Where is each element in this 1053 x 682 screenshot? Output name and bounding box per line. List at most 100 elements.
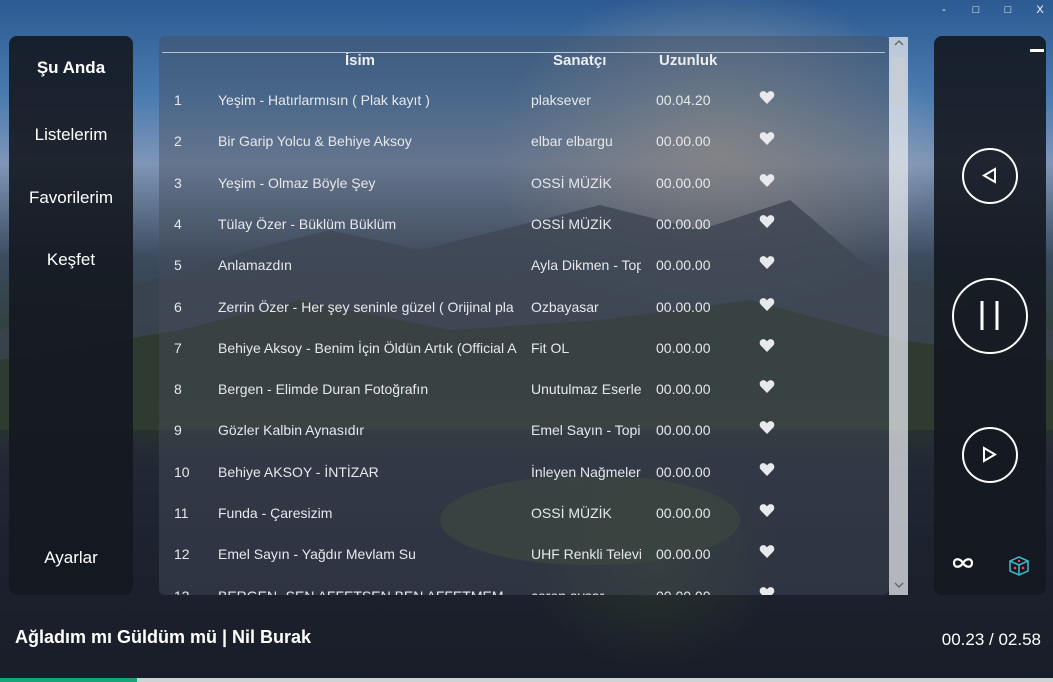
table-row[interactable]: 6 Zerrin Özer - Her şey seninle güzel ( O…: [159, 287, 889, 328]
track-duration: 00.00.00: [656, 174, 711, 191]
heart-icon: [759, 421, 775, 435]
previous-button[interactable]: [962, 148, 1018, 204]
track-artist: Ayla Dikmen - Top: [531, 257, 641, 274]
scroll-down-button[interactable]: [889, 579, 908, 595]
collapse-bar-icon[interactable]: [1030, 49, 1044, 52]
favorite-button[interactable]: [759, 90, 779, 108]
column-header-name[interactable]: İsim: [345, 52, 375, 69]
nav-item-settings[interactable]: Ayarlar: [9, 548, 133, 568]
track-number: 8: [174, 381, 182, 398]
track-list-panel: İsim Sanatçı Uzunluk 1 Yeşim - Hatırlarmı…: [159, 36, 889, 595]
track-list: 1 Yeşim - Hatırlarmısın ( Plak kayıt ) pla…: [159, 80, 889, 595]
next-button[interactable]: [962, 427, 1018, 483]
track-artist: Emel Sayın - Topic: [531, 422, 641, 439]
track-title: BERGEN- SEN AFFETSEN BEN AFFETMEM: [218, 588, 518, 595]
table-row[interactable]: 2 Bir Garip Yolcu & Behiye Aksoy elbar elb…: [159, 121, 889, 162]
heart-icon: [759, 338, 775, 352]
table-row[interactable]: 13 BERGEN- SEN AFFETSEN BEN AFFETMEM ceren…: [159, 576, 889, 595]
header-divider: [162, 52, 885, 53]
favorite-button[interactable]: [759, 379, 779, 397]
favorite-button[interactable]: [759, 420, 779, 438]
repeat-button[interactable]: [952, 556, 974, 575]
track-duration: 00.04.20: [656, 92, 711, 108]
track-artist: Unutulmaz Eserle: [531, 381, 641, 398]
track-number: 9: [174, 422, 182, 439]
table-row[interactable]: 4 Tülay Özer - Büklüm Büklüm OSSİ MÜZİK 00.…: [159, 204, 889, 245]
nav-item-favorites[interactable]: Favorilerim: [9, 188, 133, 208]
track-title: Behiye Aksoy - Benim İçin Öldün Artık (O…: [218, 339, 517, 356]
track-list-header: İsim Sanatçı Uzunluk: [159, 36, 889, 80]
table-row[interactable]: 1 Yeşim - Hatırlarmısın ( Plak kayıt ) pla…: [159, 80, 889, 121]
heart-icon: [759, 380, 775, 394]
progress-bar[interactable]: [0, 678, 1053, 682]
nav-item-now-playing[interactable]: Şu Anda: [9, 58, 133, 78]
close-button[interactable]: X: [1033, 4, 1047, 16]
favorite-button[interactable]: [759, 544, 779, 562]
favorite-button[interactable]: [759, 586, 779, 595]
track-title: Bir Garip Yolcu & Behiye Aksoy: [218, 133, 412, 150]
table-row[interactable]: 5 Anlamazdın Ayla Dikmen - Top 00.00.00: [159, 245, 889, 286]
column-header-duration[interactable]: Uzunluk: [659, 52, 717, 69]
chevron-up-icon: [894, 40, 903, 46]
heart-icon: [759, 504, 775, 517]
column-header-artist[interactable]: Sanatçı: [553, 52, 606, 69]
nav-item-my-lists[interactable]: Listelerim: [9, 125, 133, 145]
track-title: Behiye AKSOY - İNTİZAR: [218, 463, 379, 480]
track-artist: Ozbayasar: [531, 298, 599, 315]
table-row[interactable]: 10 Behiye AKSOY - İNTİZAR İnleyen Nağmeler…: [159, 452, 889, 493]
track-artist: plaksever: [531, 92, 591, 108]
minimize-button[interactable]: -: [937, 4, 951, 16]
scroll-thumb[interactable]: [892, 57, 905, 107]
track-artist: OSSİ MÜZİK: [531, 174, 612, 191]
favorite-button[interactable]: [759, 297, 779, 315]
track-title: Bergen - Elimde Duran Fotoğrafın: [218, 381, 429, 398]
track-title: Tülay Özer - Büklüm Büklüm: [218, 215, 397, 232]
infinity-icon: [952, 558, 974, 568]
triangle-right-icon: [983, 446, 997, 463]
favorite-button[interactable]: [759, 503, 779, 521]
shuffle-button[interactable]: [1008, 555, 1030, 582]
pause-button[interactable]: [952, 278, 1028, 354]
progress-fill: [0, 678, 137, 682]
track-number: 3: [174, 174, 182, 191]
favorite-button[interactable]: [759, 214, 779, 232]
playback-time: 00.23 / 02.58: [941, 630, 1041, 649]
dice-icon: [1009, 556, 1029, 576]
favorite-button[interactable]: [759, 255, 779, 273]
track-duration: 00.00.00: [656, 215, 711, 232]
track-duration: 00.00.00: [656, 257, 711, 274]
table-row[interactable]: 8 Bergen - Elimde Duran Fotoğrafın Unutulm…: [159, 369, 889, 410]
scroll-up-button[interactable]: [889, 37, 908, 53]
favorite-button[interactable]: [759, 338, 779, 356]
nav-item-discover[interactable]: Keşfet: [9, 250, 133, 270]
table-row[interactable]: 7 Behiye Aksoy - Benim İçin Öldün Artık (…: [159, 328, 889, 369]
maximize-button[interactable]: □: [1001, 4, 1015, 16]
table-row[interactable]: 3 Yeşim - Olmaz Böyle Şey OSSİ MÜZİK 00.00.…: [159, 163, 889, 204]
track-artist: ceren aysar: [531, 588, 641, 595]
track-number: 10: [174, 463, 190, 480]
track-title: Yeşim - Olmaz Böyle Şey: [218, 174, 376, 191]
track-duration: 00.00.00: [656, 339, 711, 356]
heart-icon: [759, 91, 775, 104]
track-number: 7: [174, 339, 182, 356]
heart-icon: [759, 586, 775, 595]
track-number: 4: [174, 215, 182, 232]
favorite-button[interactable]: [759, 173, 779, 191]
track-title: Gözler Kalbin Aynasıdır: [218, 422, 365, 439]
track-title: Emel Sayın - Yağdır Mevlam Su: [218, 546, 416, 563]
track-title: Funda - Çaresizim: [218, 505, 333, 521]
pause-icon: [980, 301, 999, 330]
table-row[interactable]: 9 Gözler Kalbin Aynasıdır Emel Sayın - Top…: [159, 410, 889, 451]
table-row[interactable]: 12 Emel Sayın - Yağdır Mevlam Su UHF Renkl…: [159, 534, 889, 575]
track-duration: 00.00.00: [656, 588, 736, 595]
heart-icon: [759, 215, 775, 228]
favorite-button[interactable]: [759, 462, 779, 480]
track-artist: elbar elbargu: [531, 133, 613, 150]
table-row[interactable]: 11 Funda - Çaresizim OSSİ MÜZİK 00.00.00: [159, 493, 889, 534]
track-list-scrollbar[interactable]: [889, 37, 908, 595]
favorite-button[interactable]: [759, 131, 779, 149]
restore-button[interactable]: □: [969, 4, 983, 16]
heart-icon: [759, 462, 775, 476]
heart-icon: [759, 297, 775, 311]
heart-icon: [759, 173, 775, 187]
